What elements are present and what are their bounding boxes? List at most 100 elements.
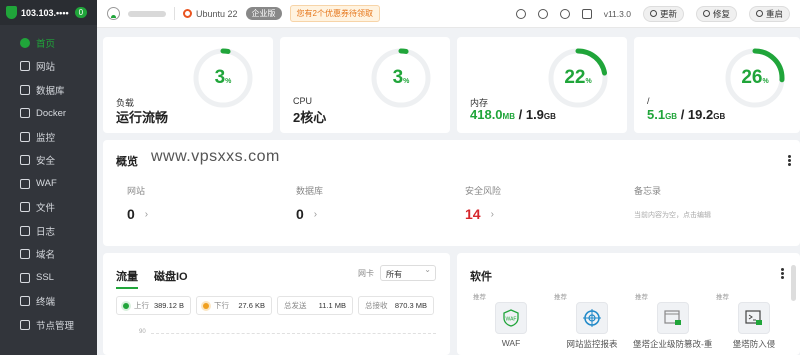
shield-logo-icon [6,6,17,19]
cpu-gauge: 3% [369,46,433,110]
software-item-tamper-proof[interactable]: 推荐 堡塔企业级防篡改-重... [633,291,713,350]
overview-item-label: 安全风险 [465,186,502,196]
load-gauge: 3% [191,46,255,110]
sidebar-item-domain[interactable]: 域名 [0,243,97,267]
disk-card[interactable]: 26% / 5.1GB / 19.2GB [634,37,800,133]
software-item-site-monitor[interactable]: 推荐 网站监控报表 [552,291,632,350]
notes-icon[interactable] [581,8,592,19]
server-header[interactable]: 103.103.•••• 0 [0,0,97,25]
sidebar-item-label: Docker [36,107,67,119]
load-status: 运行流畅 [116,110,169,125]
sidebar-item-label: SSL [36,272,54,284]
feedback-icon[interactable] [537,8,548,19]
theme-toggle-icon[interactable] [515,8,526,19]
sidebar-item-website[interactable]: 网站 [0,55,97,79]
cpu-card[interactable]: 3% CPU 2核心 [280,37,450,133]
bell-icon[interactable] [559,8,570,19]
sidebar-item-waf[interactable]: WAF [0,172,97,196]
sidebar-item-label: 文件 [36,203,56,215]
sidebar-item-files[interactable]: 文件 [0,196,97,220]
cpu-cores: 2核心 [293,110,327,125]
site-monitor-icon [576,302,608,334]
more-icon[interactable] [788,155,791,166]
tab-disk-io[interactable]: 磁盘IO [154,268,188,289]
disk-used: 5.1 [647,107,666,122]
log-icon [20,225,30,236]
folder-icon [20,202,30,213]
svg-text:WAF: WAF [506,317,517,323]
restart-label: 重启 [765,8,783,19]
repair-button[interactable]: 修复 [695,5,737,22]
software-name: 网站监控报表 [566,339,618,349]
software-item-intrusion-defense[interactable]: 推荐 堡塔防入侵 [714,291,794,350]
sidebar-item-nodes[interactable]: 节点管理 [0,313,97,337]
sidebar-item-docker[interactable]: Docker [0,102,97,126]
intrusion-defense-icon [738,302,770,334]
memory-used: 418.0 [470,107,503,122]
terminal-icon [20,296,30,307]
sidebar-item-logs[interactable]: 日志 [0,219,97,243]
metric-value: 27.6 KB [238,301,265,310]
memory-card[interactable]: 22% 内存 418.0MB / 1.9GB [457,37,627,133]
memory-total-unit: GB [543,112,556,121]
edition-badge[interactable]: 企业版 [245,7,282,20]
nic-label: 网卡 [358,268,374,278]
sidebar-item-label: 日志 [36,226,56,238]
overview-item-value: 0 [296,206,304,222]
globe-icon [20,61,30,72]
sidebar-item-label: 安全 [36,156,56,168]
sidebar-item-label: 首页 [36,38,56,50]
memory-gauge: 22% [546,46,610,110]
overview-item-label: 网站 [127,186,146,196]
memory-percent: 22 [564,67,586,88]
metric-total-sent: 总发送 11.1 MB [277,296,353,315]
sidebar-item-label: 数据库 [36,85,65,97]
recommend-tag: 推荐 [716,294,729,301]
update-icon [649,10,657,17]
metric-label: 总发送 [284,301,307,310]
sidebar-item-label: 域名 [36,250,56,262]
sidebar-item-monitor[interactable]: 监控 [0,125,97,149]
overview-websites[interactable]: 网站 0 › [127,184,148,222]
avatar[interactable] [107,7,120,20]
update-button[interactable]: 更新 [642,5,684,22]
sidebar-item-home[interactable]: 首页 [0,31,97,55]
software-name: 堡塔企业级防篡改-重... [633,339,713,349]
chevron-right-icon: › [490,208,494,220]
sidebar-item-security[interactable]: 安全 [0,149,97,173]
overview-memo[interactable]: 备忘录 当前内容为空，点击编辑 [634,184,711,220]
memory-usage: 418.0MB / 1.9GB [470,107,556,122]
overview-item-value: 14 [465,206,481,222]
version-label: v11.3.0 [603,8,631,19]
sidebar-item-terminal[interactable]: 终端 [0,290,97,314]
power-icon [755,10,763,17]
metric-value: 870.3 MB [394,301,427,310]
upload-dot-icon [123,303,129,310]
sidebar-item-database[interactable]: 数据库 [0,78,97,102]
coupon-promo[interactable]: 您有2个优惠券待领取 [289,5,380,22]
more-icon[interactable] [781,268,784,279]
restart-button[interactable]: 重启 [748,5,790,22]
recommend-tag: 推荐 [635,294,648,301]
software-item-waf[interactable]: 推荐 WAF WAF [471,291,551,348]
software-name: WAF [501,338,521,348]
sidebar-item-ssl[interactable]: SSL [0,266,97,290]
disk-label: / [647,96,650,106]
metric-label: 总接收 [365,301,388,310]
waf-icon [20,178,30,189]
tab-traffic[interactable]: 流量 [116,268,138,289]
home-icon [20,37,30,48]
cpu-percent: 3 [392,67,404,88]
disk-percent: 26 [741,67,763,88]
overview-databases[interactable]: 数据库 0 › [296,184,323,222]
tamper-proof-icon [657,302,689,334]
notification-badge[interactable]: 0 [74,7,88,18]
header-actions: v11.3.0 更新 修复 重启 [515,5,790,22]
nic-select[interactable]: 所有 [380,265,436,281]
disk-usage: 5.1GB / 19.2GB [647,107,726,122]
overview-security-risk[interactable]: 安全风险 14 › [465,184,501,222]
software-panel: 软件 推荐 WAF WAF 推荐 网站监控报表 推荐 堡塔企业级防篡改-重...… [457,253,800,355]
os-name: Ubuntu 22 [196,8,238,19]
sidebar-item-label: 网站 [36,62,56,74]
load-card[interactable]: 3% 负载 运行流畅 [103,37,273,133]
